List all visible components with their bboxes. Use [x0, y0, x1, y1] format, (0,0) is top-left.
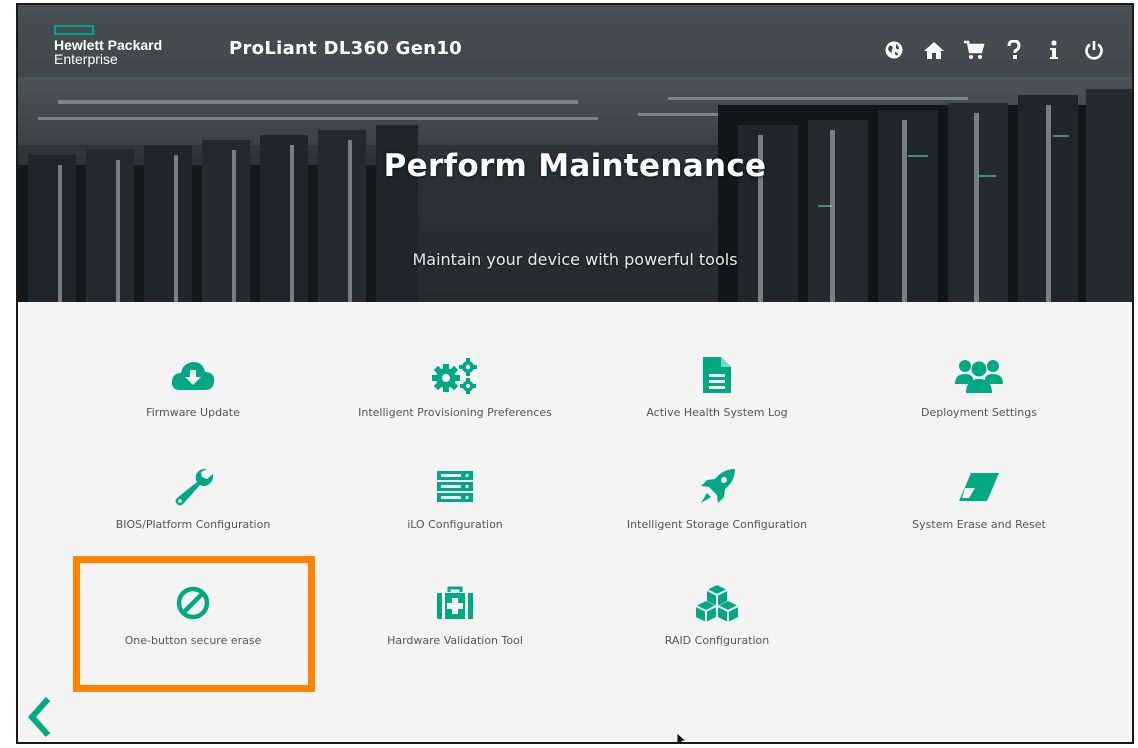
- tile-active-health-system-log[interactable]: Active Health System Log: [592, 350, 842, 450]
- tile-intelligent-provisioning-preferences[interactable]: Intelligent Provisioning Preferences: [330, 350, 580, 450]
- hpe-logo[interactable]: Hewlett Packard Enterprise: [54, 25, 162, 66]
- tile-one-button-secure-erase[interactable]: One-button secure erase: [68, 578, 318, 678]
- logo-mark: [54, 25, 94, 35]
- users-icon: [854, 350, 1104, 400]
- cart-icon[interactable]: [954, 33, 994, 67]
- tile-intelligent-storage-configuration[interactable]: Intelligent Storage Configuration: [592, 462, 842, 562]
- ban-icon: [68, 578, 318, 628]
- eraser-icon: [854, 462, 1104, 512]
- page-title: Perform Maintenance: [383, 148, 767, 184]
- mouse-cursor: [676, 732, 688, 742]
- cubes-icon: [592, 578, 842, 628]
- server-icon: [330, 462, 580, 512]
- document-icon: [592, 350, 842, 400]
- tile-firmware-update[interactable]: Firmware Update: [68, 350, 318, 450]
- power-icon[interactable]: [1074, 33, 1114, 67]
- logo-text-line2: Enterprise: [54, 51, 118, 67]
- tile-system-erase-and-reset[interactable]: System Erase and Reset: [854, 462, 1104, 562]
- tile-label: iLO Configuration: [407, 518, 503, 531]
- tile-label: BIOS/Platform Configuration: [115, 518, 271, 531]
- tile-bios-platform-configuration[interactable]: BIOS/Platform Configuration: [68, 462, 318, 562]
- cloud-download-icon: [68, 350, 318, 400]
- maintenance-tiles: Firmware Update Intelligent Provisioning…: [18, 302, 1132, 742]
- medkit-icon: [330, 578, 580, 628]
- hero-banner: Hewlett Packard Enterprise ProLiant DL36…: [18, 5, 1132, 302]
- tile-label: One-button secure erase: [124, 634, 262, 647]
- top-bar: Hewlett Packard Enterprise ProLiant DL36…: [18, 5, 1132, 77]
- chevron-left-icon: [27, 697, 51, 737]
- tile-deployment-settings[interactable]: Deployment Settings: [854, 350, 1104, 450]
- tile-label: Active Health System Log: [646, 406, 788, 419]
- tile-ilo-configuration[interactable]: iLO Configuration: [330, 462, 580, 562]
- tile-label: Hardware Validation Tool: [387, 634, 523, 647]
- gears-icon: [330, 350, 580, 400]
- tile-raid-configuration[interactable]: RAID Configuration: [592, 578, 842, 678]
- page-subtitle: Maintain your device with powerful tools: [412, 250, 738, 269]
- app-window: Hewlett Packard Enterprise ProLiant DL36…: [16, 3, 1134, 744]
- tile-label: Deployment Settings: [921, 406, 1037, 419]
- back-button[interactable]: [24, 695, 54, 739]
- info-icon[interactable]: [1034, 33, 1074, 67]
- help-icon[interactable]: [994, 33, 1034, 67]
- tile-label: Intelligent Storage Configuration: [626, 518, 808, 531]
- header-nav: [874, 33, 1114, 67]
- tile-label: System Erase and Reset: [912, 518, 1046, 531]
- tile-label: Firmware Update: [146, 406, 240, 419]
- globe-icon[interactable]: [874, 33, 914, 67]
- tile-label: Intelligent Provisioning Preferences: [358, 406, 552, 419]
- product-name: ProLiant DL360 Gen10: [229, 38, 463, 59]
- rocket-icon: [592, 462, 842, 512]
- tile-hardware-validation-tool[interactable]: Hardware Validation Tool: [330, 578, 580, 678]
- tile-label: RAID Configuration: [664, 634, 770, 647]
- wrench-icon: [68, 462, 318, 512]
- logo-text-line1: Hewlett Packard: [54, 37, 163, 53]
- home-icon[interactable]: [914, 33, 954, 67]
